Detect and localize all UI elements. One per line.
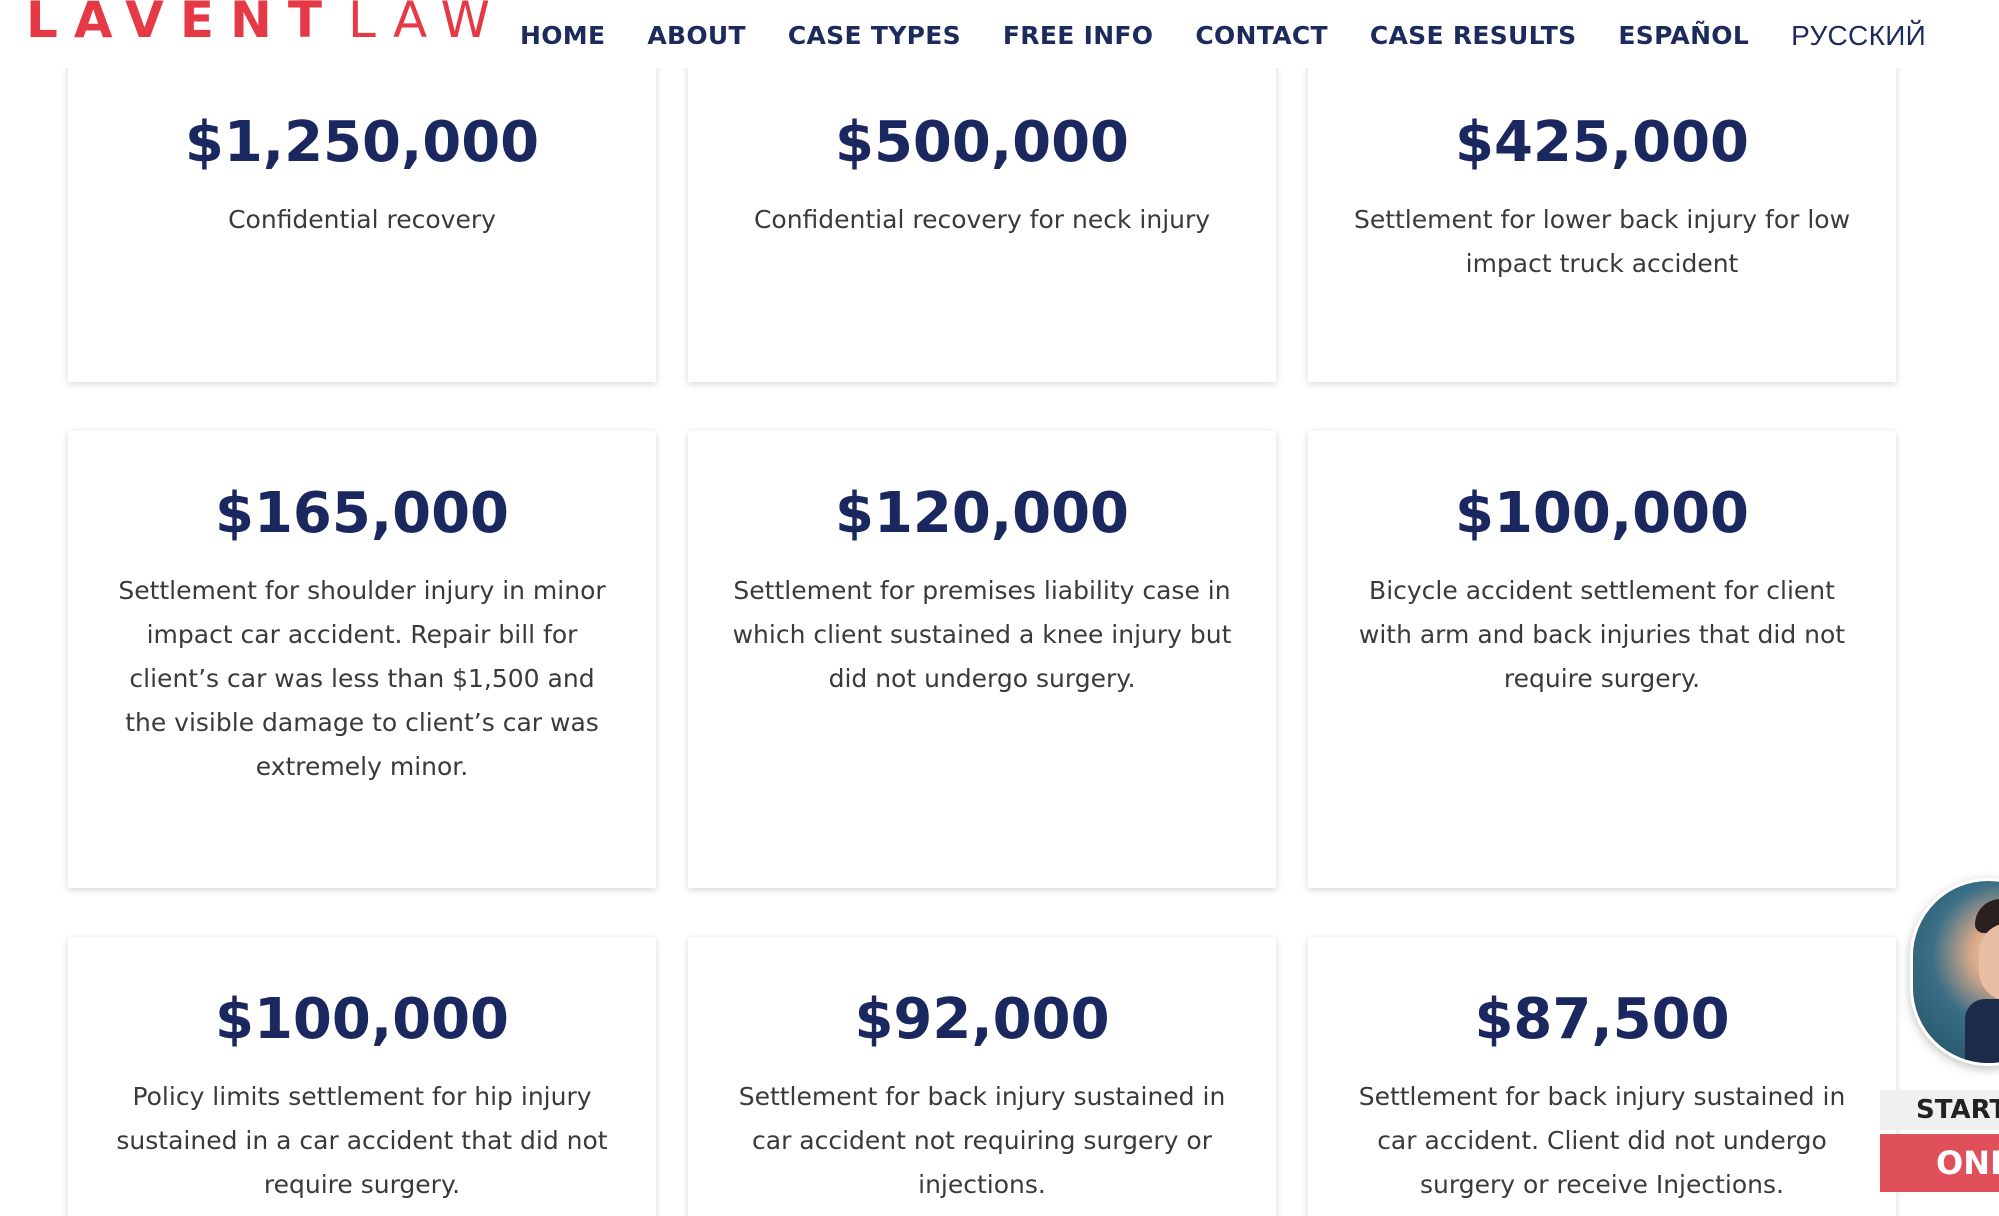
result-description: Settlement for lower back injury for low… <box>1353 205 1851 278</box>
result-amount: $120,000 <box>834 481 1130 546</box>
result-amount: $425,000 <box>1454 110 1750 175</box>
result-card: $500,000 Confidential recovery for neck … <box>688 56 1276 382</box>
main-nav: HOME ABOUT CASE TYPES FREE INFO CONTACT … <box>520 16 1968 56</box>
nav-contact[interactable]: CONTACT <box>1195 16 1327 56</box>
nav-about[interactable]: ABOUT <box>647 16 746 56</box>
logo-bold-text: LAVENT <box>26 0 338 49</box>
result-description: Settlement for shoulder injury in minor … <box>118 576 606 781</box>
site-logo[interactable]: LAVENT LAW <box>26 0 506 50</box>
nav-espanol[interactable]: ESPAÑOL <box>1618 16 1749 56</box>
result-amount: $87,500 <box>1474 987 1730 1052</box>
nav-case-results[interactable]: CASE RESULTS <box>1370 16 1577 56</box>
chat-agent-avatar[interactable] <box>1910 878 1999 1066</box>
result-description: Settlement for premises liability case i… <box>732 576 1232 693</box>
result-card: $120,000 Settlement for premises liabili… <box>688 431 1276 888</box>
result-card: $100,000 Bicycle accident settlement for… <box>1308 431 1896 888</box>
logo-light-text: LAW <box>347 0 506 49</box>
result-amount: $500,000 <box>834 110 1130 175</box>
chat-start-label[interactable]: START <box>1880 1090 1999 1130</box>
chat-online-button[interactable]: ONL <box>1880 1134 1999 1192</box>
site-header: LAVENT LAW HOME ABOUT CASE TYPES FREE INF… <box>0 0 1999 68</box>
result-amount: $92,000 <box>854 987 1110 1052</box>
nav-home[interactable]: HOME <box>520 16 605 56</box>
result-description: Settlement for back injury sustained in … <box>738 1082 1226 1199</box>
avatar-face <box>1979 923 1999 1001</box>
result-card: $87,500 Settlement for back injury susta… <box>1308 937 1896 1216</box>
result-description: Confidential recovery <box>228 205 496 234</box>
result-description: Settlement for back injury sustained in … <box>1358 1082 1846 1199</box>
result-card: $100,000 Policy limits settlement for hi… <box>68 937 656 1216</box>
nav-case-types[interactable]: CASE TYPES <box>788 16 961 56</box>
nav-free-info[interactable]: FREE INFO <box>1003 16 1153 56</box>
nav-russian[interactable]: РУССКИЙ <box>1791 16 1926 56</box>
result-amount: $100,000 <box>1454 481 1750 546</box>
result-amount: $1,250,000 <box>184 110 540 175</box>
result-description: Confidential recovery for neck injury <box>753 205 1211 234</box>
result-amount: $165,000 <box>214 481 510 546</box>
result-amount: $100,000 <box>214 987 510 1052</box>
result-card: $92,000 Settlement for back injury susta… <box>688 937 1276 1216</box>
result-card: $425,000 Settlement for lower back injur… <box>1308 56 1896 382</box>
result-card: $1,250,000 Confidential recovery <box>68 56 656 382</box>
page: LAVENT LAW HOME ABOUT CASE TYPES FREE INF… <box>0 0 1999 1216</box>
result-card: $165,000 Settlement for shoulder injury … <box>68 431 656 888</box>
result-description: Bicycle accident settlement for client w… <box>1358 576 1846 693</box>
avatar-suit <box>1965 999 1999 1063</box>
result-description: Policy limits settlement for hip injury … <box>116 1082 608 1199</box>
